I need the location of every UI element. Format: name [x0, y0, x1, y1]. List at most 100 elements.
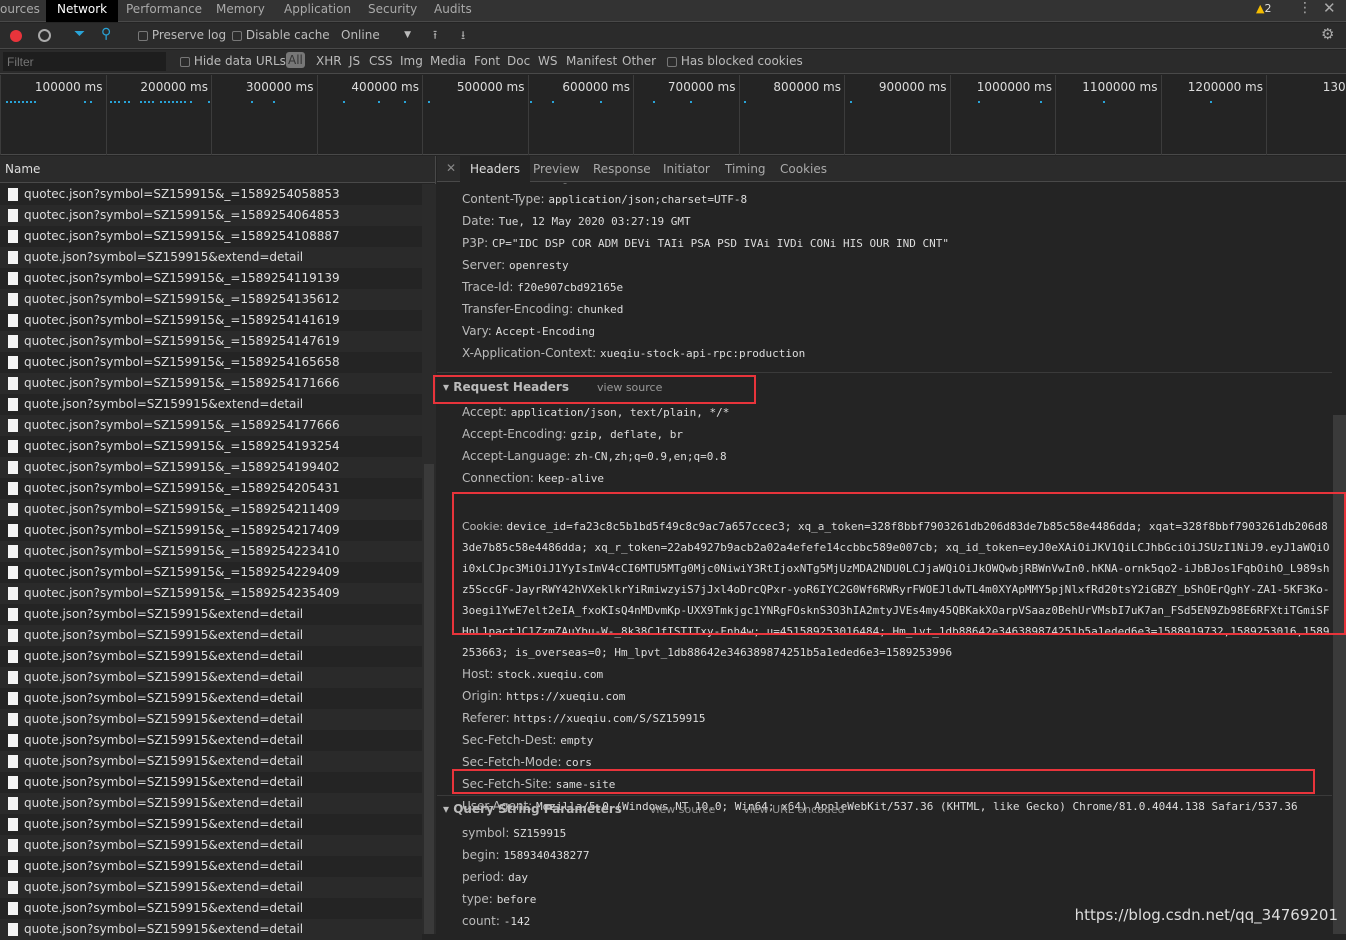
request-row[interactable]: quote.json?symbol=SZ159915&extend=detail [0, 625, 422, 646]
close-devtools-icon[interactable]: ✕ [1323, 0, 1336, 17]
request-list-scrollbar[interactable] [422, 184, 436, 934]
timeline-tick-label: 400000 ms [351, 80, 419, 94]
tab-initiator[interactable]: Initiator [653, 156, 720, 182]
has-blocked-cookies-checkbox[interactable]: Has blocked cookies [667, 54, 803, 68]
header-value: before [496, 893, 537, 906]
header-value: Accept-Encoding [495, 325, 596, 338]
tab-application[interactable]: Application [274, 0, 361, 22]
type-filter-media[interactable]: Media [430, 54, 466, 68]
request-row[interactable]: quote.json?symbol=SZ159915&extend=detail [0, 247, 422, 268]
timeline-overview[interactable]: 100000 ms 200000 ms 300000 ms 400000 ms 5000… [0, 75, 1346, 155]
request-name: quotec.json?symbol=SZ159915&_=1589254064… [24, 208, 340, 222]
request-row[interactable]: quotec.json?symbol=SZ159915&_=1589254223… [0, 541, 422, 562]
request-row[interactable]: quotec.json?symbol=SZ159915&_=1589254199… [0, 457, 422, 478]
header-row: type: before [462, 888, 536, 911]
request-row[interactable]: quote.json?symbol=SZ159915&extend=detail [0, 730, 422, 751]
type-filter-all[interactable]: All [286, 52, 305, 68]
type-filter-xhr[interactable]: XHR [316, 54, 342, 68]
type-filter-ws[interactable]: WS [538, 54, 557, 68]
type-filter-manifest[interactable]: Manifest [566, 54, 617, 68]
tab-timing[interactable]: Timing [715, 156, 776, 182]
request-row[interactable]: quotec.json?symbol=SZ159915&_=1589254135… [0, 289, 422, 310]
request-row[interactable]: quotec.json?symbol=SZ159915&_=1589254141… [0, 310, 422, 331]
tab-sources[interactable]: ources [0, 0, 50, 22]
disable-cache-checkbox[interactable]: Disable cache [232, 28, 330, 42]
request-name: quotec.json?symbol=SZ159915&_=1589254211… [24, 502, 340, 516]
request-row[interactable]: quotec.json?symbol=SZ159915&_=1589254119… [0, 268, 422, 289]
type-filter-img[interactable]: Img [400, 54, 423, 68]
timeline-column: 100000 ms [0, 75, 106, 155]
timeline-tick-label: 1100000 ms [1082, 80, 1158, 94]
tab-network[interactable]: Network [46, 0, 119, 22]
request-row[interactable]: quotec.json?symbol=SZ159915&_=1589254205… [0, 478, 422, 499]
warnings-badge[interactable]: ▲2 [1256, 2, 1271, 15]
request-row[interactable]: quote.json?symbol=SZ159915&extend=detail [0, 688, 422, 709]
throttling-select[interactable]: Online ▼ [341, 28, 411, 42]
request-row[interactable]: quotec.json?symbol=SZ159915&_=1589254058… [0, 184, 422, 205]
filter-bar: Hide data URLs All XHR JS CSS Img Media … [0, 50, 1346, 74]
tab-security[interactable]: Security [358, 0, 427, 22]
file-icon [8, 713, 18, 726]
request-row[interactable]: quote.json?symbol=SZ159915&extend=detail [0, 604, 422, 625]
request-row[interactable]: quote.json?symbol=SZ159915&extend=detail [0, 919, 422, 940]
request-name: quote.json?symbol=SZ159915&extend=detail [24, 838, 304, 852]
tab-preview[interactable]: Preview [523, 156, 590, 182]
request-row[interactable]: quotec.json?symbol=SZ159915&_=1589254108… [0, 226, 422, 247]
request-row[interactable]: quote.json?symbol=SZ159915&extend=detail [0, 709, 422, 730]
timeline-request-mark [552, 101, 554, 103]
more-menu-icon[interactable]: ⋮ [1298, 0, 1312, 16]
tab-performance[interactable]: Performance [116, 0, 212, 22]
timeline-tick-label: 1200000 ms [1187, 80, 1263, 94]
header-key: Referer: [462, 711, 510, 725]
filter-icon[interactable]: ⏷ [74, 26, 85, 42]
request-row[interactable]: quotec.json?symbol=SZ159915&_=1589254147… [0, 331, 422, 352]
view-url-encoded-link[interactable]: view URL encoded [743, 803, 844, 816]
type-filter-js[interactable]: JS [349, 54, 360, 68]
tab-headers[interactable]: Headers [460, 156, 530, 182]
request-row[interactable]: quotec.json?symbol=SZ159915&_=1589254171… [0, 373, 422, 394]
header-key: Vary: [462, 324, 492, 338]
request-row[interactable]: quotec.json?symbol=SZ159915&_=1589254165… [0, 352, 422, 373]
request-row[interactable]: quotec.json?symbol=SZ159915&_=1589254177… [0, 415, 422, 436]
request-row[interactable]: quote.json?symbol=SZ159915&extend=detail [0, 793, 422, 814]
type-filter-font[interactable]: Font [474, 54, 500, 68]
tab-cookies[interactable]: Cookies [770, 156, 837, 182]
tab-memory[interactable]: Memory [206, 0, 275, 22]
request-row[interactable]: quote.json?symbol=SZ159915&extend=detail [0, 646, 422, 667]
request-row[interactable]: quotec.json?symbol=SZ159915&_=1589254193… [0, 436, 422, 457]
request-row[interactable]: quote.json?symbol=SZ159915&extend=detail [0, 772, 422, 793]
record-icon[interactable] [10, 30, 22, 42]
request-row[interactable]: quotec.json?symbol=SZ159915&_=1589254217… [0, 520, 422, 541]
preserve-log-checkbox[interactable]: Preserve log [138, 28, 226, 42]
query-string-section[interactable]: ▾ Query String Parameters view source view… [443, 802, 845, 816]
view-source-link[interactable]: view source [650, 803, 715, 816]
hide-data-urls-checkbox[interactable]: Hide data URLs [180, 54, 286, 68]
type-filter-other[interactable]: Other [622, 54, 656, 68]
request-row[interactable]: quotec.json?symbol=SZ159915&_=1589254064… [0, 205, 422, 226]
request-row[interactable]: quote.json?symbol=SZ159915&extend=detail [0, 877, 422, 898]
request-row[interactable]: quote.json?symbol=SZ159915&extend=detail [0, 394, 422, 415]
tab-response[interactable]: Response [583, 156, 661, 182]
request-row[interactable]: quotec.json?symbol=SZ159915&_=1589254235… [0, 583, 422, 604]
request-row[interactable]: quote.json?symbol=SZ159915&extend=detail [0, 856, 422, 877]
close-detail-icon[interactable]: ✕ [446, 161, 456, 175]
request-row[interactable]: quotec.json?symbol=SZ159915&_=1589254229… [0, 562, 422, 583]
request-name: quotec.json?symbol=SZ159915&_=1589254058… [24, 187, 340, 201]
column-header-name[interactable]: Name [0, 156, 435, 183]
type-filter-css[interactable]: CSS [369, 54, 393, 68]
request-row[interactable]: quote.json?symbol=SZ159915&extend=detail [0, 835, 422, 856]
filter-input[interactable] [3, 52, 166, 71]
type-filter-doc[interactable]: Doc [507, 54, 530, 68]
request-row[interactable]: quote.json?symbol=SZ159915&extend=detail [0, 667, 422, 688]
export-har-icon[interactable]: ⭳ [461, 26, 465, 47]
settings-gear-icon[interactable]: ⚙ [1321, 25, 1334, 43]
request-row[interactable]: quote.json?symbol=SZ159915&extend=detail [0, 751, 422, 772]
import-har-icon[interactable]: ⭱ [433, 26, 437, 47]
clear-icon[interactable] [38, 29, 51, 42]
search-icon[interactable]: ⚲ [101, 26, 111, 42]
request-row[interactable]: quote.json?symbol=SZ159915&extend=detail [0, 898, 422, 919]
request-name: quotec.json?symbol=SZ159915&_=1589254217… [24, 523, 340, 537]
tab-audits[interactable]: Audits [424, 0, 482, 22]
request-row[interactable]: quote.json?symbol=SZ159915&extend=detail [0, 814, 422, 835]
request-row[interactable]: quotec.json?symbol=SZ159915&_=1589254211… [0, 499, 422, 520]
